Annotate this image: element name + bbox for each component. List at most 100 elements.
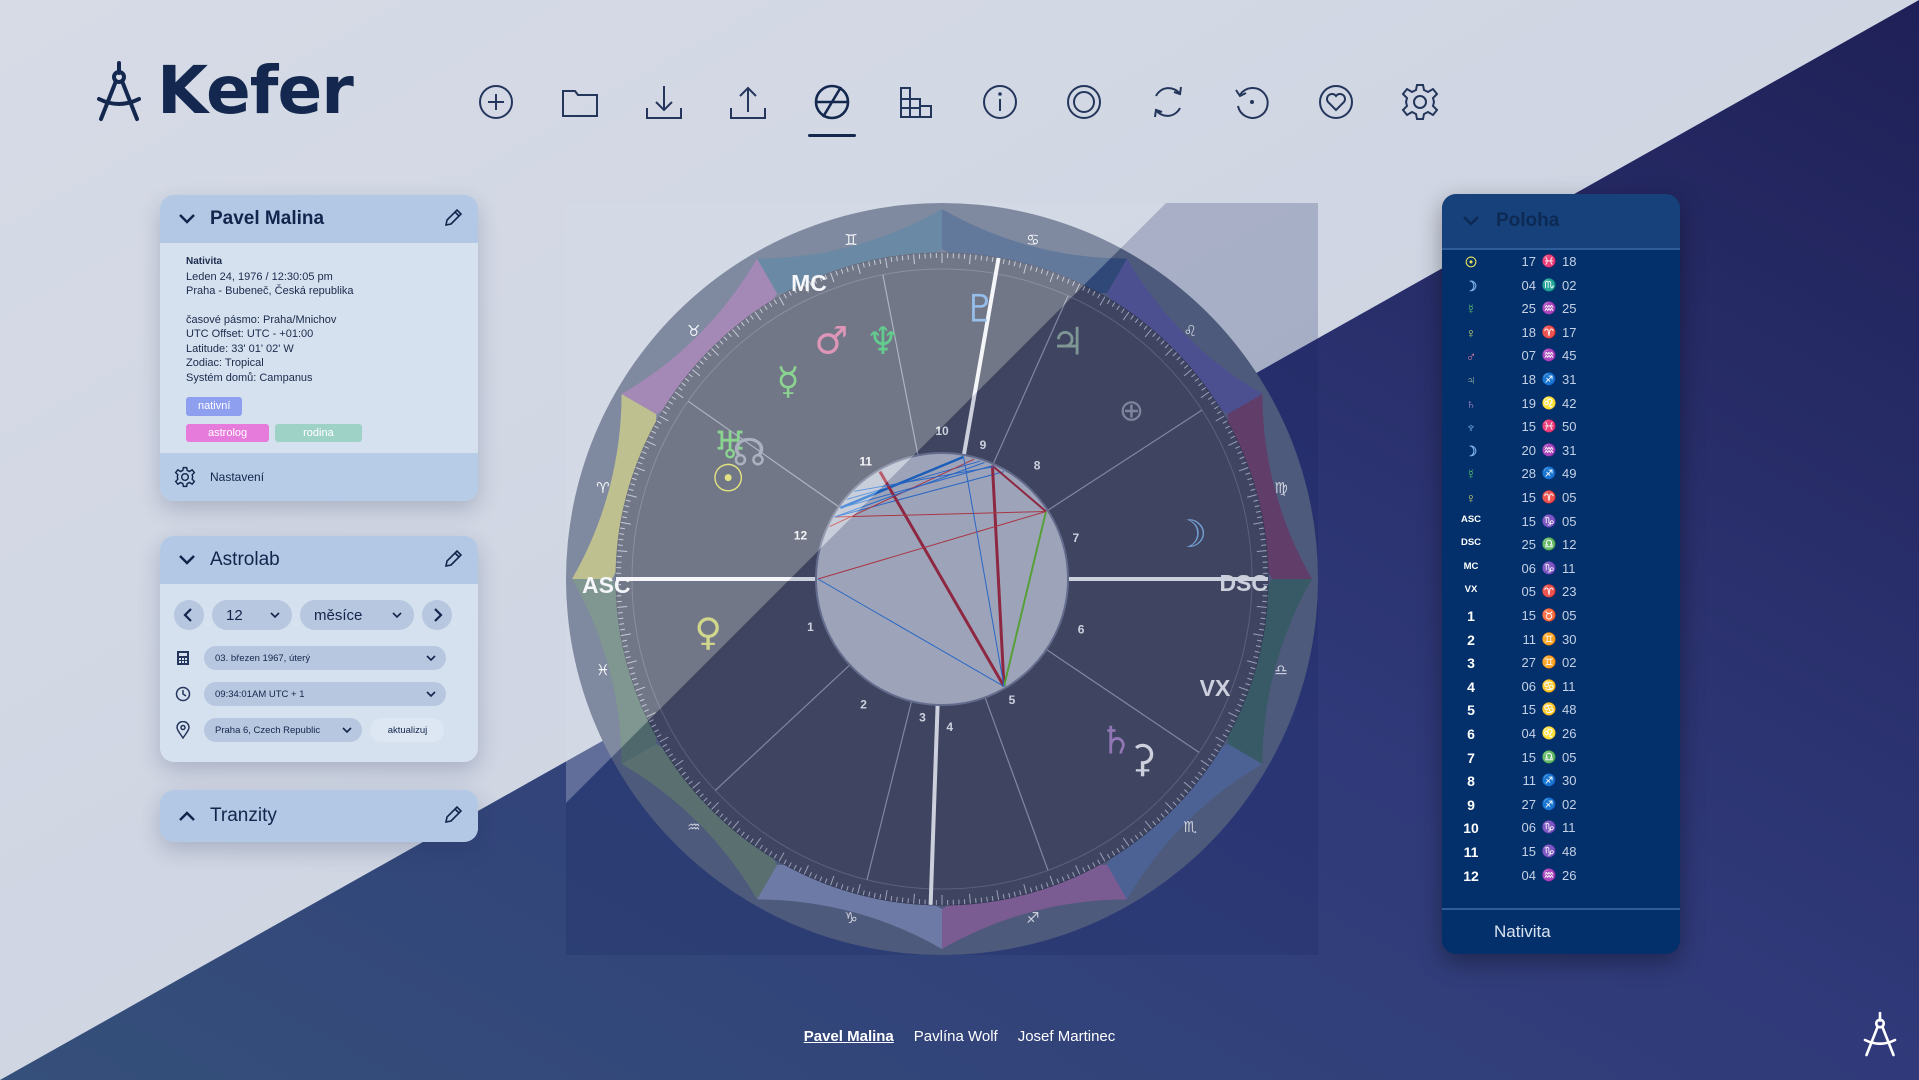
positions-footer[interactable]: Nativita <box>1442 908 1680 954</box>
position-row: ☿ 25 ♒ 25 <box>1442 301 1680 323</box>
position-row: VX 05 ♈ 23 <box>1442 584 1680 606</box>
next-step-button[interactable] <box>422 600 452 630</box>
degrees: 25 <box>1521 301 1536 317</box>
chevron-down-icon[interactable] <box>176 549 198 571</box>
add-button[interactable] <box>470 78 522 126</box>
profile-details: Nativita Leden 24, 1976 / 12:30:05 pm Pr… <box>160 243 478 454</box>
position-row: 6 04 ♌ 26 <box>1442 726 1680 748</box>
astrolab-panel-header[interactable]: Astrolab <box>160 536 478 584</box>
place-select[interactable]: Praha 6, Czech Republic <box>204 718 362 742</box>
time-select[interactable]: 09:34:01AM UTC + 1 <box>204 682 446 706</box>
compass-logo-icon <box>97 60 141 121</box>
body-glyph: ASC <box>1460 513 1482 525</box>
sign-glyph: ♒ <box>1541 442 1557 457</box>
minutes: 31 <box>1562 442 1577 458</box>
edit-icon[interactable] <box>442 548 464 570</box>
birth-date: Leden 24, 1976 / 12:30:05 pm <box>186 270 333 283</box>
degrees: 04 <box>1521 867 1536 883</box>
rotate-button[interactable] <box>1226 78 1278 126</box>
degrees: 15 <box>1521 749 1536 765</box>
body-glyph: MC <box>1463 560 1479 572</box>
target-button[interactable] <box>1058 78 1110 126</box>
body-glyph: ☿ <box>1465 466 1477 483</box>
position-row: ♀ 18 ♈ 17 <box>1442 325 1680 347</box>
download-button[interactable] <box>638 78 690 126</box>
calculator-icon <box>177 651 189 665</box>
astrolab-title: Astrolab <box>210 549 280 570</box>
edit-icon[interactable] <box>442 804 464 826</box>
position-row: 1 15 ♉ 05 <box>1442 608 1680 630</box>
astrolab-panel: Astrolab 12 měsíce 03. březen 1967, úter… <box>160 536 478 762</box>
minutes: 48 <box>1562 702 1577 718</box>
transits-panel-header[interactable]: Tranzity <box>160 790 478 842</box>
tag-astrolog[interactable]: astrolog <box>186 423 270 442</box>
position-row: 12 04 ♒ 26 <box>1442 868 1680 890</box>
refresh-icon <box>1154 86 1182 118</box>
app-name: Kefer <box>157 52 354 129</box>
open-folder-button[interactable] <box>554 78 606 126</box>
sign-glyph: ♑ <box>1541 844 1557 858</box>
sign-glyph: ♑ <box>1541 513 1557 528</box>
sign-glyph: ♌ <box>1541 395 1557 410</box>
step-unit-select[interactable]: měsíce <box>300 600 414 630</box>
position-row: ☽ 04 ♏ 02 <box>1442 278 1680 300</box>
position-row: ♆ 15 ♓ 50 <box>1442 419 1680 441</box>
app-logo[interactable]: Kefer <box>95 52 354 129</box>
step-value-select[interactable]: 12 <box>212 600 292 630</box>
sign-glyph: ♐ <box>1541 466 1557 481</box>
chevron-up-icon[interactable] <box>176 805 198 827</box>
positions-panel-header[interactable]: Poloha <box>1442 194 1680 250</box>
profile-settings-row[interactable]: Nastavení <box>160 453 478 501</box>
chevron-down-icon[interactable] <box>1460 210 1482 232</box>
body-glyph: ♆ <box>1465 419 1477 436</box>
profile-panel-header[interactable]: Pavel Malina <box>160 195 478 243</box>
bar-chart-button[interactable] <box>890 78 942 126</box>
info-button[interactable] <box>974 78 1026 126</box>
person-link[interactable]: Pavel Malina <box>804 1028 894 1045</box>
tag-family[interactable]: rodina <box>275 423 362 442</box>
chevron-down-icon[interactable] <box>176 208 198 230</box>
minutes: 50 <box>1562 419 1577 435</box>
degrees: 18 <box>1521 372 1536 387</box>
position-row: 2 11 ♊ 30 <box>1442 632 1680 654</box>
settings-button[interactable] <box>1394 78 1446 126</box>
sign-glyph: ♒ <box>1541 348 1557 363</box>
sign-glyph: ♋ <box>1541 678 1557 693</box>
upload-button[interactable] <box>722 78 774 126</box>
minutes: 26 <box>1562 726 1577 741</box>
sign-glyph: ♎ <box>1541 537 1557 552</box>
body-glyph: 2 <box>1467 631 1475 648</box>
sign-glyph: ♈ <box>1541 584 1557 599</box>
degrees: 04 <box>1521 277 1536 293</box>
refresh-button[interactable] <box>1142 78 1194 126</box>
minutes: 45 <box>1562 348 1577 364</box>
person-link[interactable]: Pavlína Wolf <box>914 1028 998 1045</box>
position-row: ♄ 19 ♌ 42 <box>1442 396 1680 418</box>
target-icon <box>1067 85 1101 119</box>
degrees: 05 <box>1521 584 1536 600</box>
heart-icon <box>1319 85 1353 119</box>
degrees: 15 <box>1521 419 1536 435</box>
favorites-button[interactable] <box>1310 78 1362 126</box>
edit-icon[interactable] <box>442 207 464 229</box>
update-label: aktualizuj <box>387 724 428 736</box>
previous-step-button[interactable] <box>174 600 204 630</box>
compass-logo-icon <box>1863 1011 1897 1057</box>
body-glyph: ♀ <box>1465 324 1477 341</box>
degrees: 20 <box>1521 442 1536 458</box>
tag-native[interactable]: nativní <box>186 397 243 416</box>
latitude: Latitude: 33' 01' 02' W <box>186 342 294 355</box>
person-link[interactable]: Josef Martinec <box>1018 1028 1116 1045</box>
date-select[interactable]: 03. březen 1967, úterý <box>204 646 446 670</box>
sign-glyph: ♑ <box>1541 820 1557 835</box>
chevron-down-icon <box>426 691 436 698</box>
position-row: 9 27 ♐ 02 <box>1442 797 1680 819</box>
natal-chart-wheel[interactable]: ♈♉♊♋♌♍♎♏♐♑♒♓ 123456789101112 ASCDSCMCVX … <box>566 203 1318 955</box>
body-glyph: 4 <box>1467 678 1475 695</box>
download-icon <box>646 86 682 119</box>
sign-glyph: ♑ <box>1541 560 1557 575</box>
profile-panel: Pavel Malina Nativita Leden 24, 1976 / 1… <box>160 195 478 501</box>
degrees: 15 <box>1521 702 1536 718</box>
update-button[interactable]: aktualizuj <box>370 718 444 742</box>
chart-wheel-button[interactable] <box>806 78 858 137</box>
